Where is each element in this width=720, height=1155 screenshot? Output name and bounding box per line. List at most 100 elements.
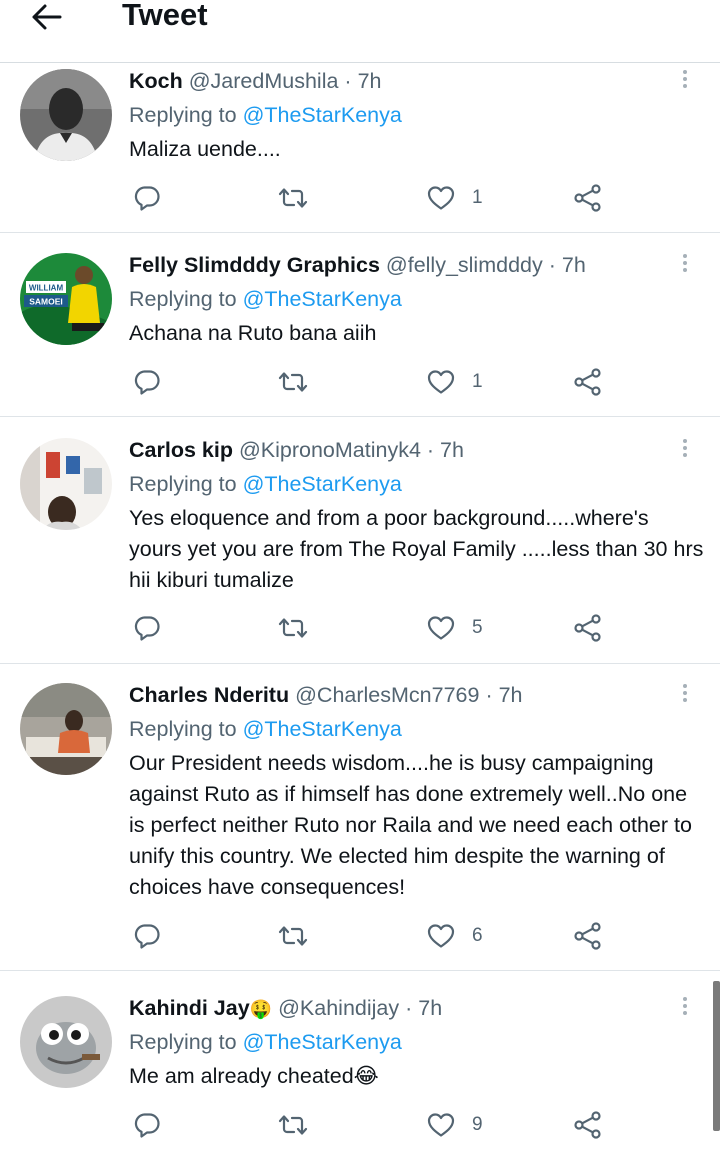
retweet-icon — [278, 618, 308, 638]
heart-icon — [427, 186, 455, 210]
user-handle[interactable]: @KipronoMatinyk4 — [239, 438, 421, 462]
share-button[interactable] — [573, 180, 603, 216]
arrow-left-icon — [32, 4, 62, 30]
reply-tweet[interactable]: Carlos kip @KipronoMatinyk4 · 7h Replyin… — [0, 431, 720, 664]
replying-to-line: Replying to @TheStarKenya — [129, 284, 402, 314]
reply-button[interactable] — [133, 364, 161, 400]
avatar[interactable] — [20, 69, 112, 161]
replying-to-link[interactable]: @TheStarKenya — [243, 287, 402, 311]
replying-to-link[interactable]: @TheStarKenya — [243, 472, 402, 496]
share-button[interactable] — [573, 1107, 603, 1143]
retweet-button[interactable] — [277, 180, 309, 216]
more-vertical-icon — [674, 684, 696, 702]
retweet-button[interactable] — [277, 918, 309, 954]
page-title: Tweet — [122, 0, 208, 32]
tweet-header: Felly Slimdddy Graphics @felly_slimdddy … — [129, 250, 586, 280]
tweet-header: Kahindi Jay🤑 @Kahindijay · 7h — [129, 993, 442, 1024]
retweet-button[interactable] — [277, 610, 309, 646]
share-button[interactable] — [573, 918, 603, 954]
reply-tweet[interactable]: Kahindi Jay🤑 @Kahindijay · 7h Replying t… — [0, 989, 720, 1155]
reply-icon — [134, 616, 160, 641]
user-handle[interactable]: @JaredMushila — [189, 69, 339, 93]
like-count: 9 — [472, 1114, 483, 1135]
replying-to-line: Replying to @TheStarKenya — [129, 1027, 402, 1057]
timestamp[interactable]: 7h — [358, 69, 382, 93]
replying-to-link[interactable]: @TheStarKenya — [243, 103, 402, 127]
reply-tweet[interactable]: Koch @JaredMushila · 7h Replying to @The… — [0, 62, 720, 233]
timestamp[interactable]: 7h — [562, 253, 586, 277]
tweet-actions: 1 — [0, 364, 720, 400]
share-icon — [574, 368, 601, 396]
more-vertical-icon — [674, 439, 696, 457]
retweet-icon — [278, 926, 308, 946]
more-options-button[interactable] — [674, 252, 696, 276]
retweet-icon — [278, 372, 308, 392]
retweet-icon — [278, 1115, 308, 1135]
replying-label: Replying to — [129, 717, 237, 741]
like-count: 5 — [472, 617, 483, 638]
tweet-header: Carlos kip @KipronoMatinyk4 · 7h — [129, 435, 464, 465]
reply-icon — [134, 1113, 160, 1138]
timestamp[interactable]: 7h — [418, 996, 442, 1020]
reply-button[interactable] — [133, 918, 161, 954]
share-button[interactable] — [573, 364, 603, 400]
like-button[interactable]: 5 — [426, 610, 483, 646]
reply-button[interactable] — [133, 1107, 161, 1143]
tweet-header: Charles Nderitu @CharlesMcn7769 · 7h — [129, 680, 523, 710]
avatar[interactable] — [20, 438, 112, 530]
avatar[interactable]: WILLIAM SAMOEI — [20, 253, 112, 345]
separator-dot: · — [485, 683, 493, 707]
replying-to-link[interactable]: @TheStarKenya — [243, 717, 402, 741]
reply-icon — [134, 186, 160, 211]
tweet-text: Me am already cheated😂 — [129, 1064, 379, 1088]
retweet-icon — [278, 188, 308, 208]
user-handle[interactable]: @felly_slimdddy — [386, 253, 543, 277]
share-icon — [574, 922, 601, 950]
share-icon — [574, 1111, 601, 1139]
like-button[interactable]: 6 — [426, 918, 483, 954]
like-count: 1 — [472, 187, 483, 208]
avatar[interactable] — [20, 996, 112, 1088]
like-count: 6 — [472, 925, 483, 946]
top-bar: Tweet — [0, 0, 720, 63]
separator-dot: · — [405, 996, 413, 1020]
tweet-header: Koch @JaredMushila · 7h — [129, 66, 382, 96]
back-button[interactable] — [30, 0, 70, 36]
separator-dot: · — [548, 253, 556, 277]
scrollbar[interactable] — [713, 981, 720, 1131]
separator-dot: · — [426, 438, 435, 462]
like-count: 1 — [472, 371, 483, 392]
display-name[interactable]: Kahindi Jay — [129, 996, 250, 1020]
display-name[interactable]: Charles Nderitu — [129, 683, 289, 707]
display-name[interactable]: Felly Slimdddy Graphics — [129, 253, 380, 277]
heart-icon — [427, 924, 455, 948]
more-options-button[interactable] — [674, 682, 696, 706]
tweet-actions: 1 — [0, 180, 720, 216]
reply-tweet[interactable]: WILLIAM SAMOEI Felly Slimdddy Graphics @… — [0, 246, 720, 417]
more-options-button[interactable] — [674, 437, 696, 461]
reply-button[interactable] — [133, 180, 161, 216]
like-button[interactable]: 9 — [426, 1107, 483, 1143]
retweet-button[interactable] — [277, 364, 309, 400]
display-name[interactable]: Koch — [129, 69, 183, 93]
user-handle[interactable]: @CharlesMcn7769 — [295, 683, 479, 707]
like-button[interactable]: 1 — [426, 364, 483, 400]
like-button[interactable]: 1 — [426, 180, 483, 216]
reply-tweet[interactable]: Charles Nderitu @CharlesMcn7769 · 7h Rep… — [0, 676, 720, 971]
user-handle[interactable]: @Kahindijay — [278, 996, 399, 1020]
tweet-text: Yes eloquence and from a poor background… — [129, 506, 704, 592]
share-button[interactable] — [573, 610, 603, 646]
more-options-button[interactable] — [674, 68, 696, 92]
retweet-button[interactable] — [277, 1107, 309, 1143]
avatar[interactable] — [20, 683, 112, 775]
reply-button[interactable] — [133, 610, 161, 646]
replying-to-line: Replying to @TheStarKenya — [129, 469, 402, 499]
share-icon — [574, 614, 601, 642]
timestamp[interactable]: 7h — [499, 683, 523, 707]
timestamp[interactable]: 7h — [440, 438, 464, 462]
reply-icon — [134, 370, 160, 395]
more-options-button[interactable] — [674, 995, 696, 1019]
display-name[interactable]: Carlos kip — [129, 438, 233, 462]
replying-to-link[interactable]: @TheStarKenya — [243, 1030, 402, 1054]
replying-label: Replying to — [129, 103, 237, 127]
